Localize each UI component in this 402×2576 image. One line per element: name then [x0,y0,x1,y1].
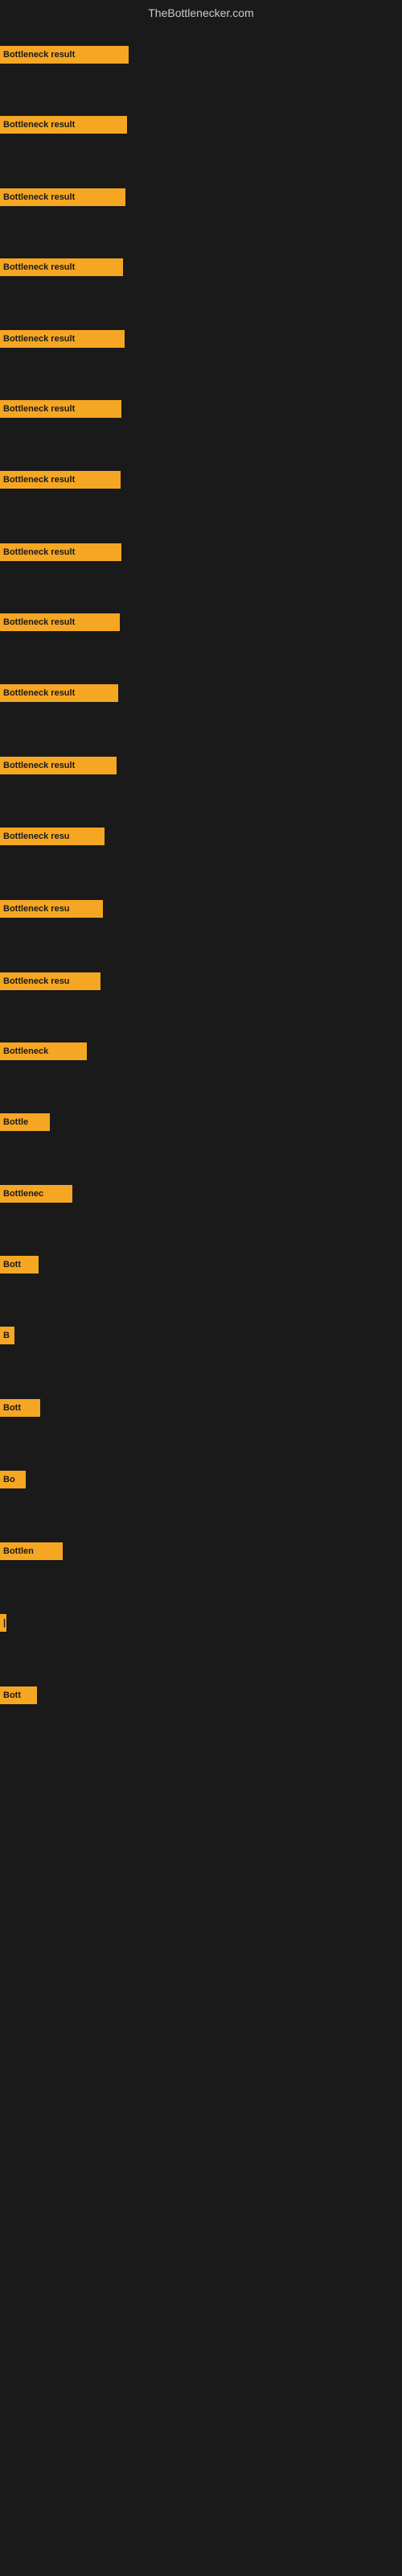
bottleneck-result-bar: Bottleneck result [0,46,129,64]
bottleneck-result-bar: Bott [0,1399,40,1417]
bottleneck-result-bar: Bottle [0,1113,50,1131]
bottleneck-result-bar: Bottleneck [0,1042,87,1060]
bottleneck-result-bar: Bottleneck resu [0,828,105,845]
bottleneck-result-bar: Bottleneck result [0,188,125,206]
bottleneck-result-bar: Bott [0,1686,37,1704]
bottleneck-result-bar: Bottleneck result [0,613,120,631]
bottleneck-result-bar: Bottleneck result [0,330,125,348]
bottleneck-result-bar: Bottleneck result [0,684,118,702]
bottleneck-result-bar: Bottleneck result [0,757,117,774]
site-title: TheBottlenecker.com [0,0,402,26]
bottleneck-result-bar: Bottleneck result [0,116,127,134]
bottleneck-result-bar: Bottleneck resu [0,972,100,990]
bottleneck-result-bar: | [0,1614,6,1632]
bottleneck-result-bar: Bottleneck result [0,543,121,561]
bottleneck-result-bar: Bottleneck result [0,258,123,276]
bottleneck-result-bar: Bottlenec [0,1185,72,1203]
bottleneck-result-bar: Bottlen [0,1542,63,1560]
bottleneck-result-bar: Bottleneck resu [0,900,103,918]
bottleneck-result-bar: Bo [0,1471,26,1488]
bottleneck-result-bar: Bott [0,1256,39,1274]
bottleneck-result-bar: Bottleneck result [0,471,121,489]
bottleneck-result-bar: B [0,1327,14,1344]
bottleneck-result-bar: Bottleneck result [0,400,121,418]
